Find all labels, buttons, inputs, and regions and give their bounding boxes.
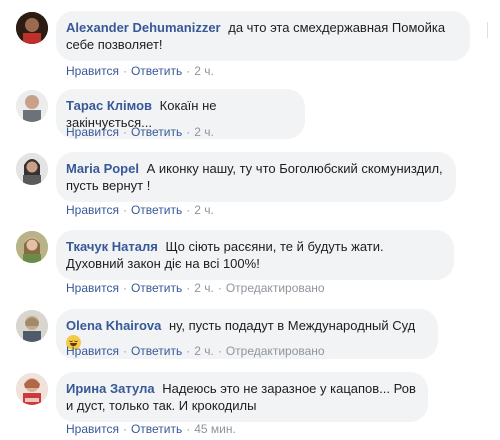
comment-actions: Нравится · Ответить · 2 ч. <box>66 64 214 78</box>
avatar-image <box>16 12 48 44</box>
comment-bubble: Maria Popel А иконку нашу, ту что Боголю… <box>56 152 456 202</box>
like-button[interactable]: Нравится <box>66 203 119 217</box>
avatar-image <box>16 90 48 122</box>
like-button[interactable]: Нравится <box>66 64 119 78</box>
avatar[interactable] <box>16 153 48 185</box>
like-button[interactable]: Нравится <box>66 125 119 139</box>
like-button[interactable]: Нравится <box>66 344 119 358</box>
avatar[interactable] <box>16 231 48 263</box>
avatar-image <box>16 153 48 185</box>
avatar[interactable] <box>16 90 48 122</box>
comment-actions: Нравится · Ответить · 2 ч. · Отредактировано <box>66 281 325 295</box>
comment-time[interactable]: 2 ч. <box>194 64 214 78</box>
comment-actions: Нравится · Ответить · 2 ч. · Отредактировано <box>66 344 325 358</box>
avatar-image <box>16 310 48 342</box>
comment-bubble: Ирина Затула Надеюсь это не заразное у к… <box>56 372 428 422</box>
comment-author[interactable]: Olena Khairova <box>66 318 161 333</box>
reply-button[interactable]: Ответить <box>131 125 182 139</box>
reply-button[interactable]: Ответить <box>131 203 182 217</box>
like-button[interactable]: Нравится <box>66 281 119 295</box>
reply-button[interactable]: Ответить <box>131 422 182 436</box>
edited-label[interactable]: Отредактировано <box>226 281 325 295</box>
edited-label[interactable]: Отредактировано <box>226 344 325 358</box>
comment-bubble: Alexander Dehumanizzer да что эта смехде… <box>56 11 470 61</box>
comment-actions: Нравится · Ответить · 2 ч. <box>66 125 214 139</box>
comment-text: ну, пусть подадут в Международный Суд <box>169 318 416 333</box>
avatar-image <box>16 373 48 405</box>
comment-author[interactable]: Ткачук Наталя <box>66 239 158 254</box>
comment-time[interactable]: 2 ч. <box>194 344 214 358</box>
comment-author[interactable]: Ирина Затула <box>66 381 155 396</box>
comment-time[interactable]: 2 ч. <box>194 125 214 139</box>
comment-time[interactable]: 2 ч. <box>194 203 214 217</box>
comment-actions: Нравится · Ответить · 45 мин. <box>66 422 236 436</box>
reply-button[interactable]: Ответить <box>131 64 182 78</box>
avatar[interactable] <box>16 310 48 342</box>
scroll-edge <box>487 22 500 38</box>
comment-bubble: Ткачук Наталя Що сіють расєяни, те й буд… <box>56 230 454 280</box>
comment-time[interactable]: 2 ч. <box>194 281 214 295</box>
reply-button[interactable]: Ответить <box>131 281 182 295</box>
comment-author[interactable]: Maria Popel <box>66 161 139 176</box>
comment-actions: Нравится · Ответить · 2 ч. <box>66 203 214 217</box>
reply-button[interactable]: Ответить <box>131 344 182 358</box>
like-button[interactable]: Нравится <box>66 422 119 436</box>
avatar[interactable] <box>16 373 48 405</box>
comment-time[interactable]: 45 мин. <box>194 422 236 436</box>
avatar-image <box>16 231 48 263</box>
comment-author[interactable]: Alexander Dehumanizzer <box>66 20 221 35</box>
avatar[interactable] <box>16 12 48 44</box>
comment-author[interactable]: Тарас Клімов <box>66 98 152 113</box>
